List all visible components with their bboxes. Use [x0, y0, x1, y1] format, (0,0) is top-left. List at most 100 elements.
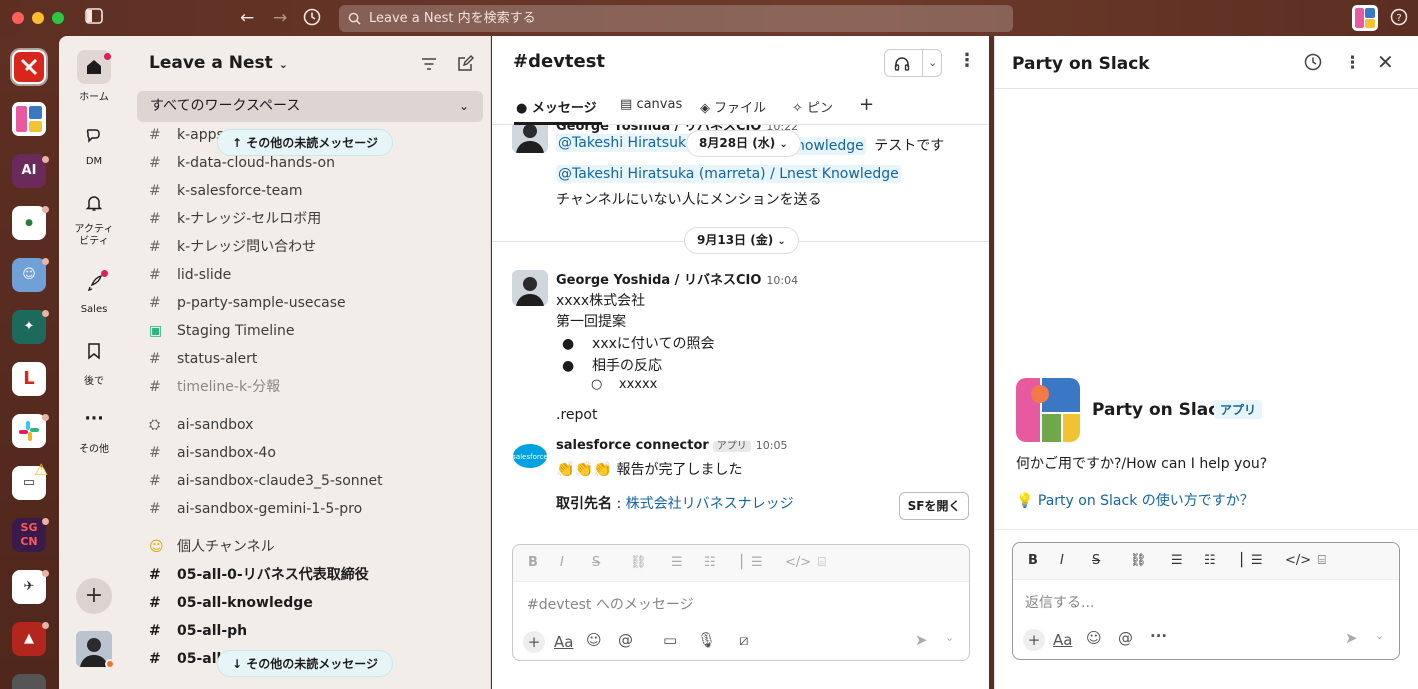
workspace-11[interactable]: ✈ — [12, 570, 46, 604]
nav-more[interactable]: ··· その他 — [59, 402, 129, 455]
message-author[interactable]: George Yoshida / リバネスCIO 10:04 — [556, 269, 798, 288]
filter-icon[interactable] — [421, 53, 437, 77]
italic-icon[interactable]: I — [560, 555, 564, 570]
sidebar-channel-item[interactable]: # status-alert — [149, 346, 257, 372]
sidebar-channel-item[interactable]: # ai-sandbox-4o — [149, 440, 276, 466]
workspace-slack[interactable] — [12, 414, 46, 448]
nav-sales[interactable]: Sales — [59, 266, 129, 315]
user-mention[interactable]: @Takeshi Hiratsuka ( — [556, 134, 707, 152]
unread-messages-down-button[interactable]: ↓ その他の未読メッセージ — [217, 650, 393, 677]
sidebar-channel-item[interactable]: ☺ 個人チャンネル — [149, 534, 275, 560]
blockquote-icon[interactable]: ▏☰ — [1241, 553, 1263, 568]
nav-dm[interactable]: DM — [59, 118, 129, 167]
compose-icon[interactable] — [456, 53, 474, 78]
sidebar-channel-item[interactable]: # ai-sandbox-claude3_5-sonnet — [149, 468, 383, 494]
code-block-icon[interactable]: ⌸ — [818, 555, 826, 570]
sidebar-channel-item[interactable]: # k-salesforce-team — [149, 178, 302, 204]
emoji-icon[interactable]: ☺ — [586, 631, 602, 649]
more-vertical-icon[interactable]: ⋮ — [1344, 53, 1361, 73]
sidebar-channel-item[interactable]: ▣ Staging Timeline — [149, 318, 294, 344]
close-icon[interactable]: ✕ — [1377, 50, 1394, 74]
workspace-6[interactable]: ✦ — [12, 310, 46, 344]
sidebar-channel-item[interactable]: # ai-sandbox-gemini-1-5-pro — [149, 496, 362, 522]
workspace-7[interactable]: L — [12, 362, 46, 396]
app-profile-icon[interactable] — [1352, 5, 1378, 31]
workspace-filter-dropdown[interactable]: すべてのワークスペース ⌄ — [137, 91, 483, 122]
nav-home[interactable]: ホーム — [59, 50, 129, 103]
code-icon[interactable]: </> — [785, 555, 811, 570]
mention-icon[interactable]: @ — [618, 631, 633, 649]
workspace-sgcn[interactable]: SG CN — [12, 518, 46, 552]
add-tab-button[interactable]: + — [859, 94, 874, 115]
chevron-down-icon[interactable]: ⌄ — [1375, 629, 1384, 642]
slash-command-icon[interactable]: ⧄ — [739, 631, 749, 649]
chevron-down-icon[interactable]: ⌄ — [945, 631, 954, 644]
workspace-13[interactable] — [12, 674, 46, 689]
workspace-name-button[interactable]: Leave a Nest ⌄ — [149, 53, 288, 73]
code-block-icon[interactable]: ⌸ — [1318, 553, 1326, 568]
bullet-list-icon[interactable]: ☷ — [1204, 553, 1216, 568]
user-mention[interactable]: @Takeshi Hiratsuka (marreta) / Lnest Kno… — [556, 165, 901, 183]
date-jump-button[interactable]: 9月13日 (金) ⌄ — [684, 227, 799, 254]
huddle-button[interactable]: ⌄ — [884, 49, 942, 77]
mention-icon[interactable]: @ — [1118, 629, 1133, 647]
bold-icon[interactable]: B — [528, 555, 538, 570]
code-icon[interactable]: </> — [1285, 553, 1311, 568]
sidebar-channel-item[interactable]: # k-ナレッジ問い合わせ — [149, 234, 316, 260]
field-value-link[interactable]: 株式会社リバネスナレッジ — [626, 496, 794, 512]
chevron-down-icon[interactable]: ⌄ — [922, 50, 937, 76]
tab-files[interactable]: ◈ ファイル — [700, 97, 766, 116]
strikethrough-icon[interactable]: S — [1092, 553, 1100, 568]
ordered-list-icon[interactable]: ☰ — [1171, 553, 1183, 568]
sidebar-channel-item[interactable]: #05-all-ph — [149, 618, 247, 644]
bullet-list-icon[interactable]: ☷ — [704, 555, 716, 570]
workspace-party[interactable] — [12, 102, 46, 136]
maximize-window-button[interactable] — [52, 12, 64, 24]
salesforce-avatar[interactable]: salesforce — [512, 437, 548, 473]
link-icon[interactable]: ⛓ — [630, 555, 647, 570]
bot-name[interactable]: Party on Slack — [1092, 400, 1230, 420]
workspace-12[interactable]: ▲ — [12, 622, 46, 656]
history-clock-icon[interactable] — [1304, 53, 1322, 76]
history-clock-icon[interactable] — [303, 8, 321, 31]
sidebar-channel-item[interactable]: # lid-slide — [149, 262, 231, 288]
add-workspace-button[interactable]: + — [76, 578, 112, 614]
send-icon[interactable]: ➤ — [915, 631, 928, 649]
link-icon[interactable]: ⛓ — [1130, 553, 1147, 568]
blockquote-icon[interactable]: ▏☰ — [741, 555, 763, 570]
message-author[interactable]: salesforce connector アプリ 10:05 — [556, 437, 788, 453]
search-input[interactable]: Leave a Nest 内を検索する — [339, 5, 1013, 32]
send-icon[interactable]: ➤ — [1345, 629, 1358, 647]
forward-arrow-icon[interactable]: → — [273, 8, 287, 28]
more-horizontal-icon[interactable]: ··· — [1150, 627, 1167, 645]
message-avatar[interactable] — [512, 270, 548, 306]
more-vertical-icon[interactable]: ⋮ — [958, 52, 976, 70]
sidebar-channel-item[interactable]: # k-ナレッジ-セルロボ用 — [149, 206, 321, 232]
italic-icon[interactable]: I — [1060, 553, 1064, 568]
plus-icon[interactable]: + — [523, 631, 545, 653]
sidebar-channel-item[interactable]: #05-all- — [149, 646, 227, 672]
workspace-3[interactable]: AI — [12, 154, 46, 188]
workspace-5[interactable]: ☺ — [12, 258, 46, 292]
tab-messages[interactable]: ● メッセージ — [516, 97, 597, 116]
text-format-icon[interactable]: Aa — [554, 633, 573, 651]
date-jump-button[interactable]: 8月28日 (水) ⌄ — [686, 130, 801, 157]
workspace-4[interactable]: ● — [12, 206, 46, 240]
strikethrough-icon[interactable]: S — [592, 555, 600, 570]
video-icon[interactable]: ▭ — [663, 631, 677, 649]
sidebar-channel-item[interactable]: # k-apps — [149, 122, 224, 148]
emoji-icon[interactable]: ☺ — [1086, 629, 1102, 647]
reply-input[interactable]: 返信する... — [1025, 592, 1094, 612]
ordered-list-icon[interactable]: ☰ — [671, 555, 683, 570]
minimize-window-button[interactable] — [32, 12, 44, 24]
sidebar-channel-item[interactable]: # p-party-sample-usecase — [149, 290, 346, 316]
nav-later[interactable]: 後で — [59, 334, 129, 387]
sidebar-channel-item[interactable]: # timeline-k-分報 — [149, 374, 280, 400]
back-arrow-icon[interactable]: ← — [240, 8, 254, 28]
workspace-leave-a-nest[interactable] — [12, 50, 46, 84]
close-window-button[interactable] — [12, 12, 24, 24]
microphone-icon[interactable]: 🎙 — [697, 631, 716, 649]
suggestion-link[interactable]: 💡 Party on Slack の使い方ですか？ — [1016, 490, 1254, 510]
unread-messages-up-button[interactable]: ↑ その他の未読メッセージ — [217, 129, 393, 156]
sidebar-channel-item[interactable]: #05-all-knowledge — [149, 590, 313, 616]
